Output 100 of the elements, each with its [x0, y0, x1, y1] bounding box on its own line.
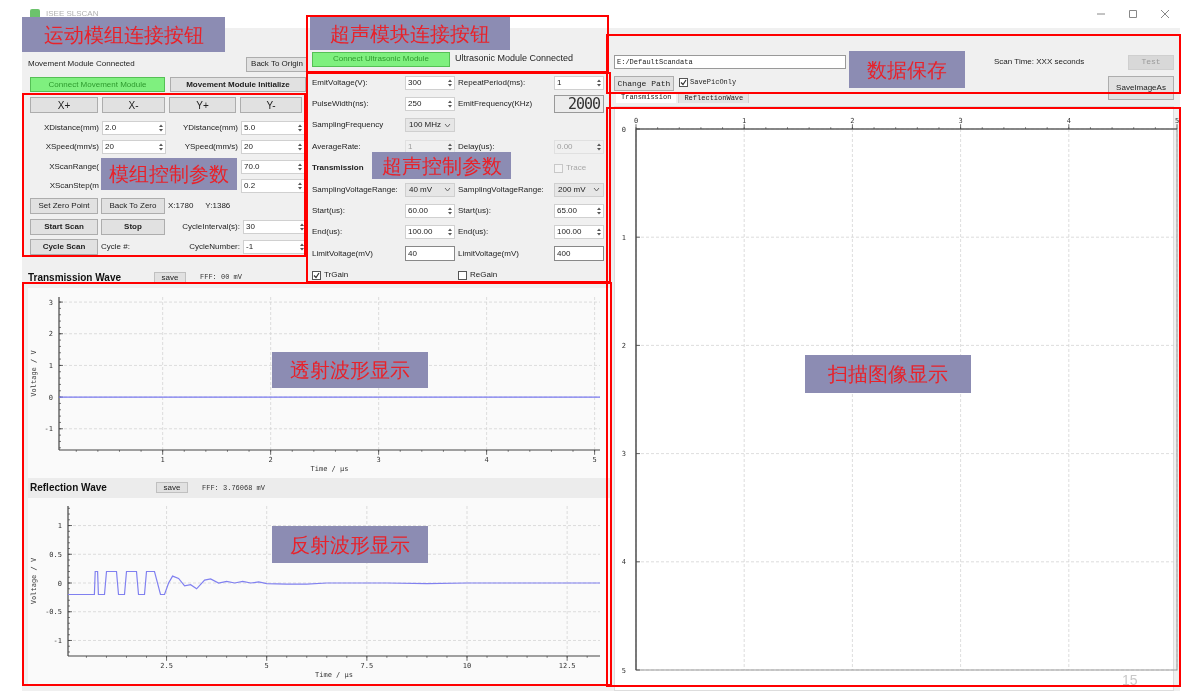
spin-box[interactable]: 0.2 [241, 179, 305, 194]
spin-arrows-icon[interactable] [158, 142, 164, 153]
push-button[interactable]: Start Scan [30, 218, 98, 235]
field-label: XDistance(mm) [43, 121, 99, 134]
status-text: Cycle #: [101, 241, 130, 254]
checkbox-label: TrGain [324, 269, 349, 282]
field-label: SamplingFrequency [312, 119, 384, 132]
spin-arrows-icon[interactable] [596, 77, 602, 88]
annotation-label: 超声模块连接按钮 [310, 17, 510, 50]
spin-box[interactable]: 2.0 [102, 120, 166, 135]
push-button[interactable]: Back To Zero [101, 198, 165, 215]
status-text: X:1780 [168, 200, 194, 213]
push-button[interactable]: Set Zero Point [30, 198, 98, 215]
field-label: LimitVoltage(mV) [458, 247, 519, 260]
spin-box[interactable]: 20 [102, 140, 166, 155]
spin-box[interactable]: 300 [405, 75, 455, 90]
spin-arrows-icon[interactable] [447, 77, 453, 88]
field-label: Start(us): [458, 205, 491, 218]
push-button[interactable]: Back To Origin [246, 56, 308, 72]
text-field[interactable]: 40 [405, 246, 455, 262]
spin-arrows-icon[interactable] [158, 122, 164, 133]
field-label: YDistance(mm) [182, 121, 238, 134]
spin-box[interactable]: -1 [243, 240, 307, 255]
field-label: XScanRange( [49, 160, 99, 173]
push-button[interactable]: Movement Module Initialize [170, 77, 306, 92]
field-label: RepeatPeriod(ms): [458, 76, 526, 89]
annotation-label: 扫描图像显示 [805, 355, 971, 393]
text-field[interactable]: 400 [554, 246, 604, 262]
panel-title: Reflection Wave [30, 481, 108, 496]
checkbox[interactable] [679, 78, 688, 87]
field-label: Start(us): [312, 205, 345, 218]
field-label: SamplingVoltageRange: [312, 183, 398, 196]
field-label: End(us): [312, 226, 343, 239]
field-label: PulseWidth(ns): [312, 98, 369, 111]
chevron-down-icon [593, 187, 600, 193]
field-label: XScanStep(m [49, 180, 99, 193]
push-button[interactable]: SaveImageAs [1108, 76, 1174, 100]
spin-arrows-icon[interactable] [447, 206, 453, 217]
spin-arrows-icon[interactable] [299, 221, 305, 232]
spin-box[interactable]: 65.00 [554, 204, 604, 219]
field-label: CycleNumber: [189, 241, 240, 254]
spin-arrows-icon[interactable] [297, 161, 303, 172]
field-label: End(us): [458, 226, 489, 239]
field-label: EmitFrequency(KHz) [458, 98, 533, 111]
spin-arrows-icon[interactable] [297, 142, 303, 153]
window-title: ISEE SLSCAN [46, 8, 99, 20]
close-icon[interactable] [1160, 9, 1170, 19]
push-button[interactable]: Cycle Scan [30, 239, 98, 256]
spin-arrows-icon[interactable] [596, 206, 602, 217]
push-button[interactable]: Stop [101, 218, 165, 235]
spin-box[interactable]: 70.0 [241, 159, 305, 174]
spin-arrows-icon[interactable] [596, 227, 602, 238]
field-label: AverageRate: [312, 140, 361, 153]
field-label: Delay(us): [458, 140, 495, 153]
checkbox[interactable] [312, 270, 321, 280]
spin-arrows-icon[interactable] [297, 181, 303, 192]
lcd-display: 2000 [554, 95, 604, 114]
direction-button[interactable]: Y+ [169, 97, 236, 113]
status-text: Y:1386 [205, 200, 231, 213]
checkbox-label: ReGain [470, 269, 498, 282]
spin-box[interactable]: 60.00 [405, 204, 455, 219]
spin-arrows-icon[interactable] [299, 242, 305, 253]
annotation-label: 超声控制参数 [372, 152, 511, 179]
chevron-down-icon [444, 187, 451, 193]
status-text: Ultrasonic Module Connected [455, 52, 574, 66]
field-label: EmitVoltage(V): [312, 76, 368, 89]
dropdown[interactable]: 40 mV [405, 182, 455, 197]
field-label: CycleInterval(s): [182, 220, 240, 233]
spin-box[interactable]: 100.00 [554, 225, 604, 240]
spin-box[interactable]: 20 [241, 140, 305, 155]
direction-button[interactable]: X+ [30, 97, 98, 113]
push-button[interactable]: Change Path [614, 76, 674, 91]
field-label: YSpeed(mm/s) [184, 141, 238, 154]
save-button[interactable]: save [154, 272, 186, 283]
status-text: Scan Time: XXX seconds [994, 56, 1085, 68]
checkbox[interactable] [458, 270, 467, 280]
spin-arrows-icon[interactable] [297, 122, 303, 133]
direction-button[interactable]: X- [102, 97, 165, 113]
field-label: XSpeed(mm/s) [45, 141, 99, 154]
spin-box[interactable]: 100.00 [405, 225, 455, 240]
field-label: SamplingVoltageRange: [458, 183, 544, 196]
spin-arrows-icon[interactable] [447, 99, 453, 110]
annotation-label: 模组控制参数 [101, 158, 237, 190]
chevron-down-icon [444, 122, 451, 128]
spin-box[interactable]: 1 [554, 75, 604, 90]
spin-box[interactable]: 30 [243, 219, 307, 234]
annotation-label: 运动模组连接按钮 [22, 17, 225, 52]
spin-box[interactable]: 5.0 [241, 120, 305, 135]
checkbox-label: Trace [566, 162, 587, 175]
annotation-label: 透射波形显示 [272, 352, 428, 388]
spin-box[interactable]: 250 [405, 97, 455, 112]
annotation-label: 反射波形显示 [272, 526, 428, 563]
section-heading: Transmission [312, 162, 364, 175]
field-label: LimitVoltage(mV) [312, 247, 373, 260]
maximize-icon[interactable] [1128, 9, 1138, 19]
spin-arrows-icon[interactable] [447, 227, 453, 238]
dropdown[interactable]: 100 MHz [405, 118, 455, 133]
save-button[interactable]: save [156, 482, 188, 494]
direction-button[interactable]: Y- [240, 97, 302, 113]
dropdown[interactable]: 200 mV [554, 182, 604, 197]
